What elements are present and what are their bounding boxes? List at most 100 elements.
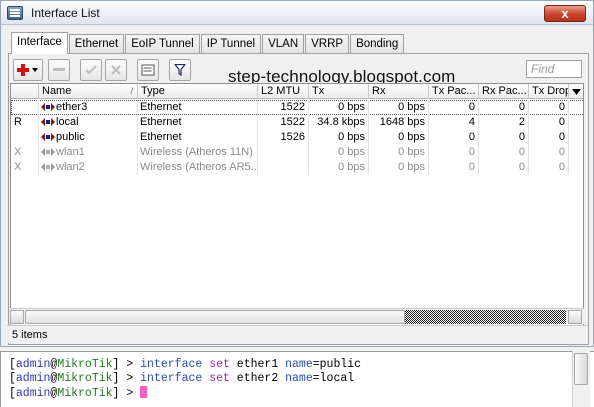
- enable-button[interactable]: [80, 59, 102, 81]
- col-tx[interactable]: Tx: [309, 84, 369, 99]
- cell-flag: [11, 130, 39, 145]
- col-tx-packets[interactable]: Tx Pac...: [429, 84, 479, 99]
- interface-name: wlan2: [56, 161, 85, 173]
- cell-rx: 1648 bps: [369, 115, 429, 130]
- interface-table: Name / Type L2 MTU Tx Rx Tx Pac... Rx Pa…: [10, 83, 584, 326]
- cross-icon: [111, 65, 121, 75]
- cell-tx-drop: 0: [529, 160, 569, 175]
- check-icon: [85, 65, 97, 75]
- cell-rx: 0 bps: [369, 100, 429, 115]
- cell-l2mtu: 1522: [258, 115, 309, 130]
- interface-icon: [41, 118, 55, 126]
- cell-name: wlan2: [39, 160, 138, 175]
- find-input[interactable]: Find: [526, 60, 582, 78]
- cell-tx-packets: 0: [429, 130, 479, 145]
- comment-icon: [141, 64, 155, 76]
- tab-vrrp[interactable]: VRRP: [305, 34, 350, 54]
- cell-tx-drop: 0: [529, 145, 569, 160]
- cell-type: Ethernet: [138, 130, 258, 145]
- sort-icon: /: [130, 86, 133, 96]
- interface-icon: [41, 133, 55, 141]
- cell-rx: 0 bps: [369, 145, 429, 160]
- cell-tx: 0 bps: [309, 160, 369, 175]
- cell-rx-packets: 2: [479, 115, 529, 130]
- scroll-left-button[interactable]: [10, 310, 24, 324]
- cell-type: Wireless (Atheros 11N): [138, 145, 258, 160]
- cell-l2mtu: [258, 145, 309, 160]
- cell-tx-packets: 0: [429, 145, 479, 160]
- cell-tx: 0 bps: [309, 130, 369, 145]
- interface-icon: [41, 103, 55, 111]
- interface-name: ether3: [56, 101, 88, 113]
- col-type[interactable]: Type: [138, 84, 258, 99]
- filter-button[interactable]: [169, 59, 191, 81]
- cell-tx-packets: 4: [429, 115, 479, 130]
- tab-eoip-tunnel[interactable]: EoIP Tunnel: [125, 34, 200, 54]
- status-bar: 5 items: [7, 325, 588, 343]
- col-rx[interactable]: Rx: [369, 84, 429, 99]
- remove-button[interactable]: [48, 59, 70, 81]
- cell-flag: [11, 100, 39, 115]
- tab-bonding[interactable]: Bonding: [350, 34, 405, 54]
- cell-tx: 0 bps: [309, 145, 369, 160]
- cell-tx: 34.8 kbps: [309, 115, 369, 130]
- cell-l2mtu: 1522: [258, 100, 309, 115]
- interface-name: public: [56, 131, 85, 143]
- cell-name: ether3: [39, 100, 138, 115]
- table-row[interactable]: Xwlan2 Wireless (Atheros AR5... 0 bps 0 bps…: [11, 160, 583, 175]
- terminal-scroll-thumb[interactable]: [574, 353, 588, 385]
- table-row[interactable]: ether3 Ethernet 1522 0 bps 0 bps 0 0 0: [11, 100, 583, 115]
- disable-button[interactable]: [105, 59, 127, 81]
- cell-tx: 0 bps: [309, 100, 369, 115]
- cell-rx-packets: 0: [479, 130, 529, 145]
- interface-name: local: [56, 116, 79, 128]
- interface-icon: [41, 148, 55, 156]
- close-button[interactable]: x: [544, 5, 586, 22]
- terminal-line: [admin@MikroTik] > interface set ether2 …: [9, 372, 355, 385]
- table-row[interactable]: public Ethernet 1526 0 bps 0 bps 0 0 0: [11, 130, 583, 145]
- table-header: Name / Type L2 MTU Tx Rx Tx Pac... Rx Pa…: [11, 84, 583, 99]
- col-l2mtu[interactable]: L2 MTU: [258, 84, 309, 99]
- col-rx-packets[interactable]: Rx Pac...: [479, 84, 529, 99]
- table-row[interactable]: Rlocal Ethernet 1522 34.8 kbps 1648 bps 4 2 0: [11, 115, 583, 130]
- column-menu-button[interactable]: [569, 84, 583, 99]
- tab-bar: Interface Ethernet EoIP Tunnel IP Tunnel…: [11, 32, 405, 54]
- table-row[interactable]: Xwlan1 Wireless (Atheros 11N) 0 bps 0 bps 0 0…: [11, 145, 583, 160]
- title-bar[interactable]: Interface List x: [1, 1, 593, 25]
- terminal-pane[interactable]: [admin@MikroTik] > interface set ether1 …: [0, 351, 594, 407]
- cell-l2mtu: [258, 160, 309, 175]
- comment-button[interactable]: [137, 59, 159, 81]
- col-tx-drop[interactable]: Tx Drop: [529, 84, 569, 99]
- scroll-thumb[interactable]: [25, 310, 405, 324]
- cell-tx-packets: 0: [429, 100, 479, 115]
- cell-tx-drop: 0: [529, 130, 569, 145]
- cell-flag: X: [11, 145, 39, 160]
- cell-tx-drop: 0: [529, 100, 569, 115]
- cell-flag: R: [11, 115, 39, 130]
- col-flag[interactable]: [11, 84, 39, 99]
- tab-interface[interactable]: Interface: [11, 32, 68, 54]
- plus-icon: [17, 64, 38, 76]
- cell-rx: 0 bps: [369, 130, 429, 145]
- minus-icon: [53, 68, 65, 71]
- cell-rx-packets: 0: [479, 160, 529, 175]
- add-button[interactable]: [13, 59, 43, 81]
- cell-name: local: [39, 115, 138, 130]
- cell-flag: X: [11, 160, 39, 175]
- window-icon: [7, 6, 23, 20]
- tab-ip-tunnel[interactable]: IP Tunnel: [200, 34, 262, 54]
- cell-rx-packets: 0: [479, 100, 529, 115]
- terminal-cursor: [140, 386, 148, 398]
- cell-type: Ethernet: [138, 100, 258, 115]
- cell-rx-packets: 0: [479, 145, 529, 160]
- cell-rx: 0 bps: [369, 160, 429, 175]
- window-title: Interface List: [31, 6, 100, 20]
- tab-vlan[interactable]: VLAN: [262, 34, 305, 54]
- col-name[interactable]: Name /: [39, 84, 138, 99]
- items-count: 5 items: [12, 329, 48, 341]
- tab-ethernet[interactable]: Ethernet: [68, 34, 125, 54]
- cell-tx-packets: 0: [429, 160, 479, 175]
- scroll-right-button[interactable]: [568, 310, 582, 324]
- scroll-track[interactable]: [405, 310, 566, 324]
- horizontal-scrollbar[interactable]: [10, 308, 584, 324]
